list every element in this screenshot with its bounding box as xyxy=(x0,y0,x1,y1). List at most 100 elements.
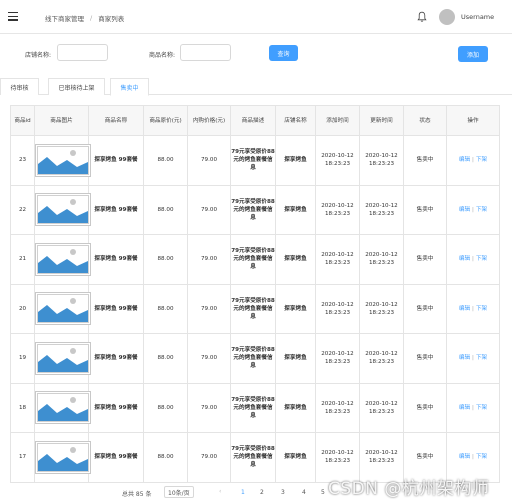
cell-store: 探享烤鱼 xyxy=(275,184,316,235)
column-header-store: 店铺名称 xyxy=(275,105,316,136)
image-placeholder-icon xyxy=(35,391,91,425)
cell-description: 79元享受原价88元的烤鱼套餐信息 xyxy=(230,432,276,483)
chevron-down-icon: ⌄ xyxy=(184,489,190,496)
action-divider: | xyxy=(472,256,474,263)
cell-actions: 编辑 | 下架 xyxy=(446,333,500,384)
breadcrumb: 线下商家管理 / 商家列表 xyxy=(45,13,124,23)
action-divider: | xyxy=(472,355,474,362)
column-header-inner-price: 内购价格(元) xyxy=(187,105,231,136)
pagination-total: 总共 85 条 xyxy=(122,491,152,498)
page-1[interactable]: 1 xyxy=(241,489,245,496)
take-down-link[interactable]: 下架 xyxy=(476,405,487,411)
take-down-link[interactable]: 下架 xyxy=(476,355,487,361)
cell-created: 2020-10-12 18:23:23 xyxy=(315,382,360,433)
column-header-name: 商品名称 xyxy=(88,105,144,136)
cell-inner-price: 79.00 xyxy=(187,283,231,334)
cell-store: 探享烤鱼 xyxy=(275,382,316,433)
column-header-actions: 操作 xyxy=(446,105,500,136)
column-header-id: 商品id xyxy=(10,105,35,136)
tab-on-sale[interactable]: 售卖中 xyxy=(110,78,149,96)
cell-actions: 编辑 | 下架 xyxy=(446,184,500,235)
image-placeholder-icon xyxy=(35,242,91,276)
cell-image xyxy=(34,333,91,384)
cell-updated: 2020-10-12 18:23:23 xyxy=(359,135,404,186)
table-row: 18 探享烤鱼 99套餐 88.00 79.00 79元享受原价88元的烤鱼套餐信息 探享… xyxy=(10,382,500,433)
cell-inner-price: 79.00 xyxy=(187,432,231,483)
cell-created: 2020-10-12 18:23:23 xyxy=(315,135,360,186)
username[interactable]: Username xyxy=(461,13,494,21)
cell-image xyxy=(34,184,91,235)
cell-image xyxy=(34,234,91,285)
page-5[interactable]: 5 xyxy=(321,489,325,496)
query-button[interactable]: 查询 xyxy=(269,45,298,61)
page-3[interactable]: 3 xyxy=(281,489,285,496)
cell-status: 售卖中 xyxy=(403,184,447,235)
cell-status: 售卖中 xyxy=(403,283,447,334)
cell-name: 探享烤鱼 99套餐 xyxy=(88,382,144,433)
breadcrumb-item-merchant-admin[interactable]: 线下商家管理 xyxy=(45,13,84,23)
page-size-select[interactable]: 10条/页 ⌄ xyxy=(164,486,194,498)
cell-name: 探享烤鱼 99套餐 xyxy=(88,184,144,235)
table-row: 19 探享烤鱼 99套餐 88.00 79.00 79元享受原价88元的烤鱼套餐信息 探享… xyxy=(10,333,500,384)
image-placeholder-icon xyxy=(35,341,91,375)
cell-description: 79元享受原价88元的烤鱼套餐信息 xyxy=(230,283,276,334)
cell-inner-price: 79.00 xyxy=(187,333,231,384)
edit-link[interactable]: 编辑 xyxy=(459,405,470,411)
cell-image xyxy=(34,382,91,433)
table-header-row: 商品id 商品图片 商品名称 商品原价(元) 内购价格(元) 商品描述 店铺名称… xyxy=(10,105,500,136)
cell-inner-price: 79.00 xyxy=(187,184,231,235)
edit-link[interactable]: 编辑 xyxy=(459,306,470,312)
cell-status: 售卖中 xyxy=(403,382,447,433)
menu-icon[interactable] xyxy=(8,12,18,21)
column-header-status: 状态 xyxy=(403,105,447,136)
edit-link[interactable]: 编辑 xyxy=(459,207,470,213)
tab-pending-review[interactable]: 待审核 xyxy=(0,78,39,95)
cell-status: 售卖中 xyxy=(403,135,447,186)
cell-description: 79元享受原价88元的烤鱼套餐信息 xyxy=(230,382,276,433)
chevron-left-icon[interactable]: ‹ xyxy=(219,488,221,495)
cell-updated: 2020-10-12 18:23:23 xyxy=(359,234,404,285)
edit-link[interactable]: 编辑 xyxy=(459,454,470,460)
tab-approved-pending-listing[interactable]: 已审核待上架 xyxy=(48,78,105,95)
cell-description: 79元享受原价88元的烤鱼套餐信息 xyxy=(230,184,276,235)
cell-id: 21 xyxy=(10,234,35,285)
page-2[interactable]: 2 xyxy=(260,489,264,496)
cell-id: 22 xyxy=(10,184,35,235)
take-down-link[interactable]: 下架 xyxy=(476,207,487,213)
status-tabs: 待审核 已审核待上架 售卖中 xyxy=(0,78,512,96)
avatar[interactable] xyxy=(439,9,455,25)
store-name-input[interactable] xyxy=(57,44,108,61)
image-placeholder-icon xyxy=(35,143,91,177)
cell-id: 17 xyxy=(10,432,35,483)
cell-updated: 2020-10-12 18:23:23 xyxy=(359,184,404,235)
action-divider: | xyxy=(472,305,474,312)
take-down-link[interactable]: 下架 xyxy=(476,454,487,460)
cell-original-price: 88.00 xyxy=(143,283,188,334)
cell-actions: 编辑 | 下架 xyxy=(446,382,500,433)
cell-description: 79元享受原价88元的烤鱼套餐信息 xyxy=(230,135,276,186)
edit-link[interactable]: 编辑 xyxy=(459,256,470,262)
column-header-original-price: 商品原价(元) xyxy=(143,105,188,136)
cell-name: 探享烤鱼 99套餐 xyxy=(88,333,144,384)
cell-actions: 编辑 | 下架 xyxy=(446,135,500,186)
bell-icon[interactable] xyxy=(417,11,427,23)
column-header-updated: 更新时间 xyxy=(359,105,404,136)
take-down-link[interactable]: 下架 xyxy=(476,306,487,312)
cell-status: 售卖中 xyxy=(403,234,447,285)
take-down-link[interactable]: 下架 xyxy=(476,157,487,163)
cell-description: 79元享受原价88元的烤鱼套餐信息 xyxy=(230,333,276,384)
cell-updated: 2020-10-12 18:23:23 xyxy=(359,382,404,433)
cell-id: 20 xyxy=(10,283,35,334)
page-4[interactable]: 4 xyxy=(302,489,306,496)
cell-updated: 2020-10-12 18:23:23 xyxy=(359,333,404,384)
cell-created: 2020-10-12 18:23:23 xyxy=(315,333,360,384)
edit-link[interactable]: 编辑 xyxy=(459,355,470,361)
take-down-link[interactable]: 下架 xyxy=(476,256,487,262)
cell-description: 79元享受原价88元的烤鱼套餐信息 xyxy=(230,234,276,285)
edit-link[interactable]: 编辑 xyxy=(459,157,470,163)
cell-store: 探享烤鱼 xyxy=(275,135,316,186)
cell-name: 探享烤鱼 99套餐 xyxy=(88,135,144,186)
action-divider: | xyxy=(472,206,474,213)
add-button[interactable]: 添加 xyxy=(458,46,488,62)
product-name-input[interactable] xyxy=(180,44,231,61)
